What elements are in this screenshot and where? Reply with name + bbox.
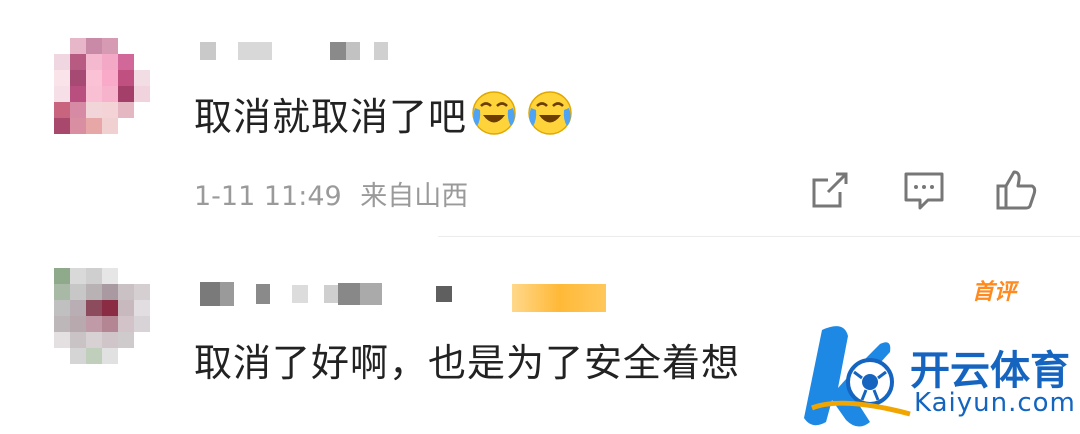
comment-time: 1-11 11:49 xyxy=(194,181,342,212)
comment-body: 取消就取消了吧 xyxy=(194,95,468,139)
first-comment-badge: 首评 xyxy=(972,280,1017,305)
comment-text: 取消就取消了吧 xyxy=(194,86,573,141)
avatar[interactable] xyxy=(54,268,150,364)
comment-body: 取消了好啊，也是为了安全着想 xyxy=(194,341,741,385)
comment-meta: 1-11 11:49 来自山西 xyxy=(194,174,468,213)
comment-divider xyxy=(438,236,1080,237)
laugh-cry-icon xyxy=(528,91,572,135)
avatar[interactable] xyxy=(54,38,150,134)
vip-badge-redacted[interactable] xyxy=(512,284,606,312)
comment-location: 来自山西 xyxy=(360,181,469,212)
share-icon[interactable] xyxy=(806,166,854,214)
laugh-cry-icon xyxy=(472,91,516,135)
username-redacted[interactable] xyxy=(200,42,388,60)
like-icon[interactable] xyxy=(992,166,1040,214)
watermark: 开云体育 Kaiyun.com xyxy=(792,318,1080,434)
watermark-url: Kaiyun.com xyxy=(914,388,1076,418)
comment-icon[interactable] xyxy=(900,166,948,214)
username-redacted[interactable] xyxy=(200,282,452,306)
comment-text: 取消了好啊，也是为了安全着想 xyxy=(194,332,740,387)
kaiyun-logo-icon xyxy=(804,326,911,427)
